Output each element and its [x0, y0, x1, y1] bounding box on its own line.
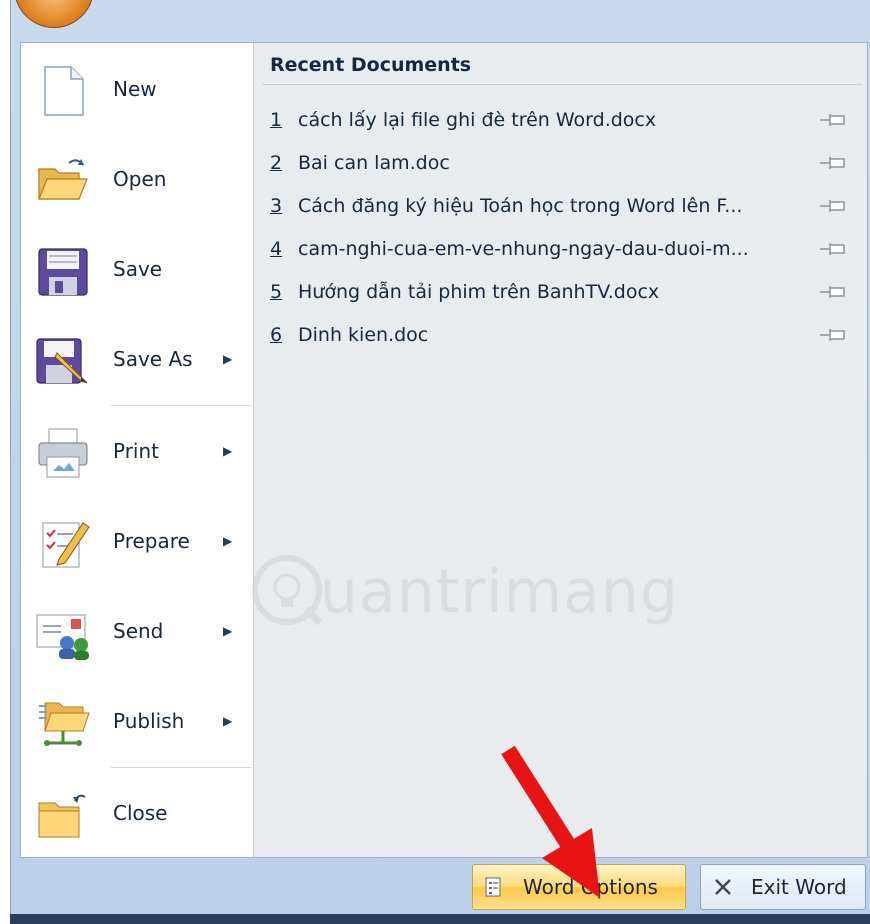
recent-document-item[interactable]: 6 Dinh kien.doc [270, 317, 860, 353]
watermark-text: uantrimang [320, 557, 680, 627]
menu-commands-pane: New Open Save Save As ▶ Print ▶ Prepare … [21, 43, 254, 857]
printer-icon [38, 428, 88, 478]
submenu-arrow-icon: ▶ [223, 444, 233, 458]
menu-item-label: Print [113, 439, 160, 463]
pin-icon[interactable] [818, 282, 850, 302]
pin-icon[interactable] [818, 239, 850, 259]
send-mail-icon [36, 614, 89, 660]
menu-separator [111, 767, 251, 768]
recent-document-name: cách lấy lại file ghi đè trên Word.docx [298, 109, 657, 131]
menu-item-label: Open [113, 167, 167, 191]
recent-document-item[interactable]: 2 Bai can lam.doc [270, 145, 860, 181]
new-document-icon [44, 66, 84, 116]
recent-document-number: 5 [270, 281, 283, 303]
menu-item-label: Save As [113, 347, 193, 371]
pin-icon[interactable] [818, 325, 850, 345]
open-folder-icon [38, 159, 88, 200]
save-floppy-icon [38, 248, 88, 296]
menu-item-prepare[interactable]: Prepare ▶ [21, 501, 253, 581]
menu-item-close[interactable]: Close [21, 773, 253, 853]
recent-document-item[interactable]: 5 Hướng dẫn tải phim trên BanhTV.docx [270, 274, 860, 310]
menu-item-label: Save [113, 257, 163, 281]
watermark: uantrimang [248, 545, 708, 645]
submenu-arrow-icon: ▶ [223, 534, 233, 548]
recent-document-item[interactable]: 1 cách lấy lại file ghi đè trên Word.doc… [270, 102, 860, 138]
submenu-arrow-icon: ▶ [223, 624, 233, 638]
exit-word-button[interactable]: Exit Word [700, 864, 866, 910]
recent-document-number: 3 [270, 195, 283, 217]
close-x-icon [715, 879, 731, 895]
recent-document-number: 2 [270, 152, 283, 174]
pin-icon[interactable] [818, 110, 850, 130]
recent-document-number: 6 [270, 324, 283, 346]
exit-word-label: Exit Word [751, 875, 847, 899]
menu-item-send[interactable]: Send ▶ [21, 591, 253, 671]
submenu-arrow-icon: ▶ [223, 714, 233, 728]
prepare-checklist-icon [42, 522, 90, 568]
close-folder-icon [38, 794, 86, 838]
recent-documents-divider [262, 84, 862, 85]
pin-icon[interactable] [818, 153, 850, 173]
publish-folder-icon [39, 702, 90, 746]
recent-document-item[interactable]: 4 cam-nghi-cua-em-ve-nhung-ngay-dau-duoi… [270, 231, 860, 267]
menu-item-label: Prepare [113, 529, 190, 553]
menu-separator [111, 405, 251, 406]
save-as-icon [36, 338, 88, 384]
menu-item-label: Publish [113, 709, 185, 733]
menu-item-save[interactable]: Save [21, 229, 253, 309]
recent-document-number: 1 [270, 109, 283, 131]
taskbar-strip [10, 914, 870, 924]
pin-icon[interactable] [818, 196, 850, 216]
menu-item-label: Close [113, 801, 168, 825]
menu-item-new[interactable]: New [21, 49, 253, 129]
recent-document-name: Bai can lam.doc [298, 152, 450, 174]
menu-item-save-as[interactable]: Save As ▶ [21, 319, 253, 399]
watermark-logo-icon [252, 555, 323, 626]
menu-item-label: New [113, 77, 157, 101]
annotation-arrow-icon [501, 745, 600, 898]
recent-document-name: Cách đăng ký hiệu Toán học trong Word lê… [298, 195, 743, 217]
recent-document-name: Dinh kien.doc [298, 324, 429, 346]
recent-document-name: cam-nghi-cua-em-ve-nhung-ngay-dau-duoi-m… [298, 238, 749, 260]
submenu-arrow-icon: ▶ [223, 352, 233, 366]
recent-document-item[interactable]: 3 Cách đăng ký hiệu Toán học trong Word … [270, 188, 860, 224]
menu-item-label: Send [113, 619, 164, 643]
recent-document-number: 4 [270, 238, 283, 260]
recent-document-name: Hướng dẫn tải phim trên BanhTV.docx [298, 281, 660, 303]
menu-item-open[interactable]: Open [21, 139, 253, 219]
recent-documents-title: Recent Documents [270, 54, 472, 76]
menu-item-publish[interactable]: Publish ▶ [21, 681, 253, 761]
menu-item-print[interactable]: Print ▶ [21, 411, 253, 491]
